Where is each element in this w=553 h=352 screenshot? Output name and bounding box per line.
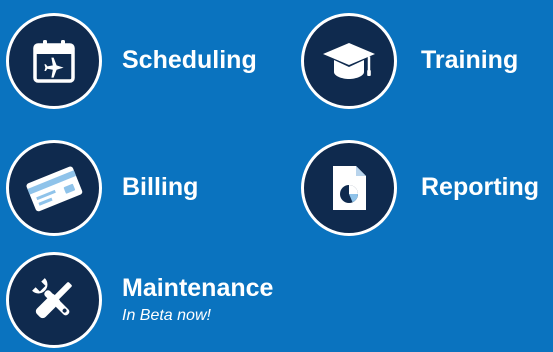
training-label: Training — [421, 46, 519, 75]
maintenance-beta-note: In Beta now! — [122, 306, 211, 324]
feature-scheduling[interactable]: Scheduling — [6, 13, 257, 109]
reporting-label: Reporting — [421, 173, 540, 202]
wrench-screwdriver-icon — [32, 278, 72, 319]
training-icon-circle[interactable] — [301, 13, 397, 109]
maintenance-label: Maintenance — [122, 274, 274, 303]
scheduling-icon-circle[interactable] — [6, 13, 102, 109]
feature-maintenance[interactable]: Maintenance In Beta now! — [6, 252, 273, 348]
feature-reporting[interactable]: Reporting — [301, 140, 539, 236]
reporting-icon-circle[interactable] — [301, 140, 397, 236]
credit-card-icon — [26, 166, 83, 212]
billing-icon-circle[interactable] — [6, 140, 102, 236]
maintenance-icon-circle[interactable] — [6, 252, 102, 348]
billing-label: Billing — [122, 173, 199, 202]
graduation-cap-icon — [323, 43, 375, 79]
calendar-plane-icon — [33, 40, 75, 83]
feature-billing[interactable]: Billing — [6, 140, 198, 236]
scheduling-label: Scheduling — [122, 46, 257, 75]
report-chart-icon — [333, 166, 366, 210]
feature-training[interactable]: Training — [301, 13, 518, 109]
